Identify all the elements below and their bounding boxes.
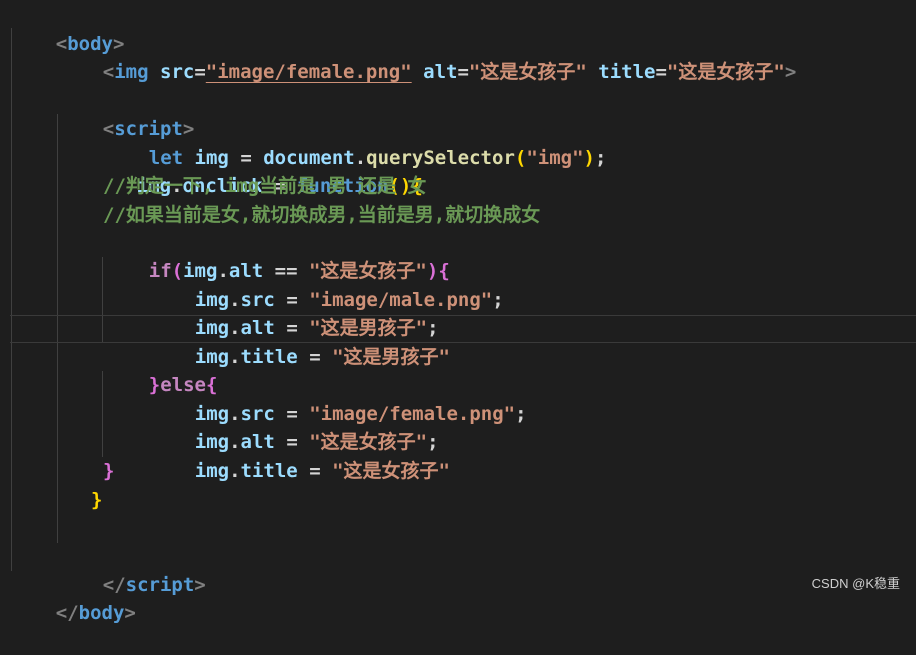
code-line-female-alt: img.alt = "这是女孩子"; bbox=[149, 400, 439, 453]
equals: = bbox=[194, 61, 206, 83]
code-line-script-close: </script> bbox=[57, 543, 206, 596]
operator: = bbox=[297, 346, 333, 368]
code-editor[interactable]: <body> <img src="image/female.png" alt="… bbox=[0, 0, 916, 624]
attr-name: alt bbox=[423, 61, 458, 83]
string: "这是男孩子" bbox=[332, 346, 450, 368]
tag-bracket: </ bbox=[55, 602, 79, 624]
tag-name: script bbox=[125, 574, 195, 596]
semicolon: ; bbox=[492, 289, 504, 311]
tag-bracket: > bbox=[194, 574, 206, 596]
operator: = bbox=[297, 460, 333, 482]
code-line-female-title: img.title = "这是女孩子" bbox=[149, 429, 450, 482]
tag-bracket: > bbox=[124, 602, 136, 624]
tag-bracket: < bbox=[102, 61, 115, 83]
code-line-onclick: img.onclick = function(){ bbox=[91, 144, 423, 197]
code-line-if-close: } bbox=[103, 460, 115, 482]
attr-name: title bbox=[598, 61, 656, 83]
code-line-script-open: <script> bbox=[57, 87, 195, 140]
code-line-male-alt: img.alt = "这是男孩子"; bbox=[149, 286, 439, 339]
tag-bracket: > bbox=[784, 61, 797, 83]
dot: . bbox=[229, 460, 241, 482]
string: "这是女孩子" bbox=[332, 460, 450, 482]
property: title bbox=[240, 346, 298, 368]
code-line-let-img: let img = document.querySelector("img"); bbox=[103, 116, 607, 169]
code-line-body-open: <body> bbox=[10, 2, 125, 55]
watermark: CSDN @K稳重 bbox=[811, 576, 900, 591]
equals: = bbox=[655, 61, 667, 83]
code-line-female-src: img.src = "image/female.png"; bbox=[149, 372, 527, 425]
attr-name: src bbox=[160, 61, 195, 83]
code-line-fn-close: } bbox=[91, 489, 103, 511]
semicolon: ; bbox=[595, 147, 607, 169]
code-line-male-src: img.src = "image/male.png"; bbox=[149, 258, 504, 311]
tag-name: body bbox=[78, 602, 125, 624]
code-comment: //如果当前是女,就切换成男,当前是男,就切换成女 bbox=[103, 204, 541, 226]
attr-value: "这是女孩子" bbox=[666, 61, 785, 83]
indent-guide bbox=[11, 28, 12, 571]
equals: = bbox=[457, 61, 469, 83]
code-line-body-close: </body> bbox=[10, 571, 136, 624]
src-link[interactable]: "image/female.png" bbox=[206, 61, 412, 83]
code-line-else: }else{ bbox=[103, 343, 218, 396]
attr-value: "这是女孩子" bbox=[468, 61, 587, 83]
dot: . bbox=[229, 346, 241, 368]
property: title bbox=[240, 460, 298, 482]
variable: img bbox=[194, 460, 230, 482]
paren: ( bbox=[514, 147, 527, 169]
tag-name: img bbox=[114, 61, 149, 83]
code-line-if: if(img.alt == "这是女孩子"){ bbox=[103, 229, 450, 282]
code-line-male-title: img.title = "这是男孩子" bbox=[149, 315, 450, 368]
current-line-highlight bbox=[10, 315, 916, 343]
paren: ) bbox=[583, 147, 595, 169]
code-comment: //判定一下, img当前是 男 还是 女 bbox=[103, 175, 427, 197]
semicolon: ; bbox=[515, 403, 527, 425]
code-line-img-tag: <img src="image/female.png" alt="这是女孩子" … bbox=[57, 30, 797, 83]
string: "img" bbox=[526, 147, 584, 169]
